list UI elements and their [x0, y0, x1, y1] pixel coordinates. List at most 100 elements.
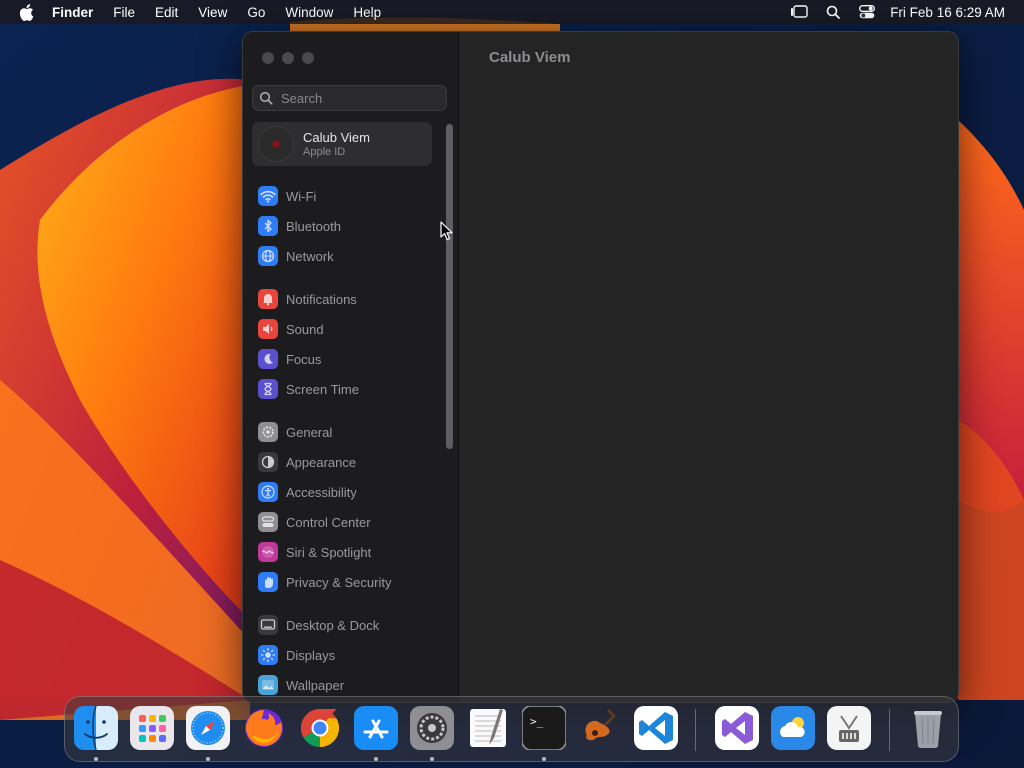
sidebar-item-label: Displays — [286, 647, 336, 663]
sidebar-item-wi-fi[interactable]: Wi-Fi — [258, 181, 438, 211]
running-indicator — [206, 757, 210, 761]
menu-view[interactable]: View — [198, 5, 227, 20]
sidebar-item-sound[interactable]: Sound — [258, 314, 438, 344]
vscode-icon[interactable] — [634, 706, 678, 750]
sidebar-item-privacy-security[interactable]: Privacy & Security — [258, 567, 438, 597]
control-center-menu-icon[interactable] — [856, 1, 878, 23]
zoom-window-button[interactable] — [302, 52, 314, 64]
sidebar-item-label: Privacy & Security — [286, 574, 392, 590]
close-window-button[interactable] — [262, 52, 274, 64]
dock-divider — [695, 709, 696, 751]
system-settings-icon[interactable] — [410, 706, 454, 750]
desktop-icon — [258, 615, 278, 635]
bell-icon — [258, 289, 278, 309]
menu-bar-clock[interactable]: Fri Feb 16 6:29 AM — [890, 5, 1005, 20]
minimize-window-button[interactable] — [282, 52, 294, 64]
sidebar-item-general[interactable]: General — [258, 417, 438, 447]
sidebar-item-focus[interactable]: Focus — [258, 344, 438, 374]
wifi-icon — [258, 186, 278, 206]
sidebar-item-label: General — [286, 424, 333, 440]
sidebar-item-label: Wi-Fi — [286, 188, 317, 204]
sidebar-item-control-center[interactable]: Control Center — [258, 507, 438, 537]
globe-icon — [258, 246, 278, 266]
running-indicator — [542, 757, 546, 761]
menu-help[interactable]: Help — [353, 5, 381, 20]
sidebar-item-label: Screen Time — [286, 381, 359, 397]
search-input[interactable] — [279, 89, 443, 107]
avatar — [258, 126, 294, 162]
moon-icon — [258, 349, 278, 369]
sidebar-item-siri-spotlight[interactable]: Siri & Spotlight — [258, 537, 438, 567]
dock-divider — [889, 709, 890, 751]
menu-file[interactable]: File — [113, 5, 135, 20]
search-icon — [259, 91, 273, 105]
account-name: Calub Viem — [303, 130, 370, 145]
sidebar-item-label: Desktop & Dock — [286, 617, 380, 633]
sidebar-item-label: Wallpaper — [286, 677, 345, 693]
sidebar-item-label: Focus — [286, 351, 322, 367]
speaker-icon — [258, 319, 278, 339]
apple-id-account[interactable]: Calub Viem Apple ID — [252, 122, 432, 166]
account-subtitle: Apple ID — [303, 146, 346, 158]
sidebar-item-label: Notifications — [286, 291, 357, 307]
menu-go[interactable]: Go — [247, 5, 265, 20]
sidebar-item-network[interactable]: Network — [258, 241, 438, 271]
menu-app-name[interactable]: Finder — [52, 5, 93, 20]
settings-sidebar: Calub Viem Apple ID Wi-Fi Bluetooth Networ… — [243, 32, 459, 702]
sidebar-item-desktop-dock[interactable]: Desktop & Dock — [258, 610, 438, 640]
app-store-icon[interactable] — [354, 706, 398, 750]
sun-icon — [258, 645, 278, 665]
hand-icon — [258, 572, 278, 592]
menu-window[interactable]: Window — [285, 5, 333, 20]
sidebar-item-accessibility[interactable]: Accessibility — [258, 477, 438, 507]
spotlight-search-icon[interactable] — [822, 1, 844, 23]
siri-icon — [258, 542, 278, 562]
archive-utility-icon[interactable] — [827, 706, 871, 750]
sidebar-group-spacer — [258, 404, 438, 417]
sidebar-item-label: Siri & Spotlight — [286, 544, 372, 560]
dock: >_ — [64, 696, 959, 762]
visual-studio-icon[interactable] — [715, 706, 759, 750]
appearance-icon — [258, 452, 278, 472]
gear-icon — [258, 422, 278, 442]
menu-edit[interactable]: Edit — [155, 5, 178, 20]
launchpad-icon[interactable] — [130, 706, 174, 750]
running-indicator — [430, 757, 434, 761]
apple-menu-icon[interactable] — [16, 2, 36, 22]
running-indicator — [374, 757, 378, 761]
sidebar-item-label: Accessibility — [286, 484, 357, 500]
firefox-icon[interactable] — [242, 706, 286, 750]
mouse-cursor-icon — [440, 221, 453, 241]
sidebar-group-spacer — [258, 597, 438, 610]
trash-icon[interactable] — [906, 706, 950, 750]
window-controls — [262, 52, 314, 64]
bluetooth-icon — [258, 216, 278, 236]
control-center-icon — [258, 512, 278, 532]
svg-text:>_: >_ — [530, 715, 544, 728]
chrome-icon[interactable] — [298, 706, 342, 750]
sidebar-search-field[interactable] — [252, 85, 447, 111]
weather-icon[interactable] — [771, 706, 815, 750]
sidebar-scrollbar[interactable] — [446, 124, 453, 449]
terminal-icon[interactable]: >_ — [522, 706, 566, 750]
sidebar-item-bluetooth[interactable]: Bluetooth — [258, 211, 438, 241]
wallpaper-icon — [258, 675, 278, 695]
sidebar-item-displays[interactable]: Displays — [258, 640, 438, 670]
finder-icon[interactable] — [74, 706, 118, 750]
guitar-icon[interactable] — [578, 706, 622, 750]
running-indicator — [94, 757, 98, 761]
textedit-icon[interactable] — [466, 706, 510, 750]
settings-main-pane: Calub Viem — [459, 32, 958, 702]
menu-bar: Finder File Edit View Go Window Help Fri… — [0, 0, 1024, 24]
accessibility-icon — [258, 482, 278, 502]
sidebar-group-spacer — [258, 271, 438, 284]
sidebar-item-label: Network — [286, 248, 334, 264]
safari-icon[interactable] — [186, 706, 230, 750]
stage-manager-icon[interactable] — [788, 1, 810, 23]
page-title: Calub Viem — [489, 49, 571, 66]
sidebar-item-appearance[interactable]: Appearance — [258, 447, 438, 477]
sidebar-list: Wi-Fi Bluetooth Network Notifications Sound F… — [258, 181, 438, 700]
sidebar-item-screen-time[interactable]: Screen Time — [258, 374, 438, 404]
sidebar-item-notifications[interactable]: Notifications — [258, 284, 438, 314]
system-settings-window: Calub Viem Apple ID Wi-Fi Bluetooth Networ… — [242, 31, 959, 703]
